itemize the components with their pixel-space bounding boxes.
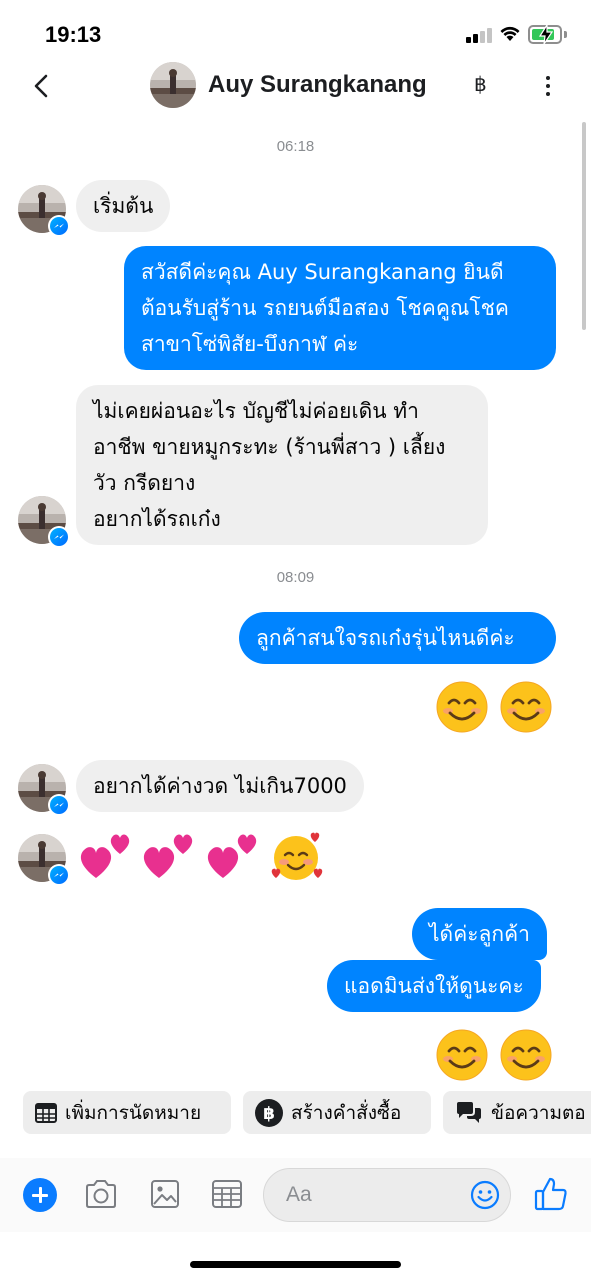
calendar-icon[interactable] xyxy=(210,1178,244,1210)
message-bubble-outgoing[interactable]: สวัสดีค่ะคุณ Auy Surangkanang ยินดี ต้อน… xyxy=(124,246,556,370)
chat-bubbles-icon xyxy=(455,1101,483,1125)
messenger-badge-icon xyxy=(48,215,70,237)
quick-reply-label: สร้างคำสั่งซื้อ xyxy=(291,1101,402,1124)
contact-avatar[interactable] xyxy=(150,62,196,108)
two-hearts-emoji[interactable] xyxy=(139,828,195,884)
message-bubble-outgoing[interactable]: ได้ค่ะลูกค้า xyxy=(412,908,547,960)
smiling-face-with-hearts-emoji[interactable] xyxy=(268,828,324,884)
message-input-placeholder: Aa xyxy=(286,1183,312,1206)
smiling-face-emoji[interactable] xyxy=(499,1028,553,1082)
message-bubble-outgoing[interactable]: ลูกค้าสนใจรถเก๋งรุ่นไหนดีค่ะ xyxy=(239,612,556,664)
contact-avatar[interactable] xyxy=(18,764,70,816)
message-bubble-outgoing[interactable]: แอดมินส่งให้ดูนะคะ xyxy=(327,960,541,1012)
contact-avatar[interactable] xyxy=(18,185,70,237)
message-bubble-incoming[interactable]: อยากได้ค่างวด ไม่เกิน7000 xyxy=(76,760,364,812)
quick-reply-saved-message[interactable]: ข้อความตอ xyxy=(443,1091,591,1134)
timestamp: 06:18 xyxy=(276,138,315,155)
wifi-icon xyxy=(500,26,520,41)
calendar-icon xyxy=(35,1102,57,1123)
smiling-face-emoji[interactable] xyxy=(435,680,489,734)
chat-header: Auy Surangkanang ฿ xyxy=(0,60,591,116)
quick-reply-create-order[interactable]: ฿ สร้างคำสั่งซื้อ xyxy=(243,1091,431,1134)
status-time: 19:13 xyxy=(45,22,102,47)
more-options-icon[interactable] xyxy=(538,74,558,98)
two-hearts-emoji[interactable] xyxy=(76,828,132,884)
message-composer: Aa xyxy=(0,1158,591,1232)
messenger-badge-icon xyxy=(48,794,70,816)
smiling-face-emoji[interactable] xyxy=(499,680,553,734)
message-bubble-incoming[interactable]: เริ่มต้น xyxy=(76,180,171,232)
home-indicator[interactable] xyxy=(190,1261,401,1268)
messenger-badge-icon xyxy=(48,526,70,548)
contact-avatar[interactable] xyxy=(18,834,70,886)
messenger-badge-icon xyxy=(48,864,70,886)
battery-nub xyxy=(564,31,567,38)
svg-text:฿: ฿ xyxy=(263,1104,275,1124)
gallery-icon[interactable] xyxy=(148,1178,182,1210)
contact-name[interactable]: Auy Surangkanang xyxy=(208,71,427,99)
plus-icon[interactable] xyxy=(23,1178,57,1212)
timestamp: 08:09 xyxy=(276,569,315,586)
cellular-signal-icon xyxy=(466,27,492,43)
status-bar: 19:13 xyxy=(0,0,591,64)
back-arrow-icon[interactable] xyxy=(28,72,56,100)
contact-avatar[interactable] xyxy=(18,496,70,548)
baht-icon[interactable]: ฿ xyxy=(474,72,487,96)
smiling-face-emoji[interactable] xyxy=(435,1028,489,1082)
like-icon[interactable] xyxy=(533,1176,569,1212)
message-input[interactable]: Aa xyxy=(263,1168,511,1222)
camera-icon[interactable] xyxy=(84,1178,118,1210)
charging-bolt-icon xyxy=(538,24,554,45)
quick-reply-add-appointment[interactable]: เพิ่มการนัดหมาย xyxy=(23,1091,231,1134)
quick-reply-label: ข้อความตอ xyxy=(491,1101,586,1124)
baht-icon: ฿ xyxy=(255,1098,283,1127)
message-bubble-incoming[interactable]: ไม่เคยผ่อนอะไร บัญชีไม่ค่อยเดิน ทำ อาชีพ… xyxy=(76,385,488,545)
emoji-icon[interactable] xyxy=(470,1180,500,1210)
two-hearts-emoji[interactable] xyxy=(203,828,259,884)
quick-reply-label: เพิ่มการนัดหมาย xyxy=(65,1101,202,1124)
